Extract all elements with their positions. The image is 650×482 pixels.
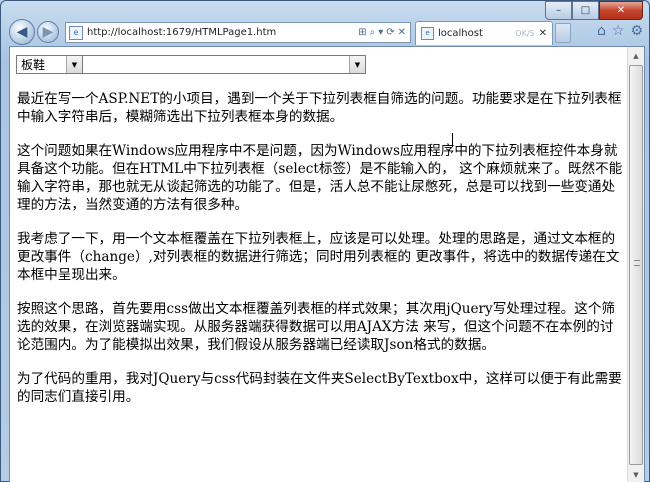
paragraph: 最近在写一个ASP.NET的小项目，遇到一个关于下拉列表框自筛选的问题。功能要求… [17, 91, 622, 125]
address-tools: ⊞ ⌕ ▾ ⟳ ✕ [358, 27, 410, 38]
paragraph: 这个问题如果在Windows应用程序中不是问题，因为Windows应用程序中的下… [17, 143, 623, 213]
navigation-bar: ◀ ▶ e http://localhost:1679/HTMLPage1.ht… [7, 17, 645, 47]
stop-icon[interactable]: ✕ [398, 27, 406, 38]
back-button[interactable]: ◀ [9, 19, 35, 45]
dropdown-icon[interactable]: ▾ [378, 27, 383, 38]
new-tab-button[interactable] [555, 23, 571, 43]
vertical-scrollbar[interactable]: ▲ ▼ [627, 47, 644, 482]
tab-status: OK/S [515, 29, 535, 38]
forward-button[interactable]: ▶ [37, 21, 59, 43]
paragraph: 按照这个思路，首先要用css做出文本框覆盖列表框的样式效果；其次用jQuery写… [17, 301, 616, 353]
filter-select-value[interactable]: 板鞋 [17, 56, 66, 73]
address-bar[interactable]: e http://localhost:1679/HTMLPage1.htm ⊞ … [65, 22, 411, 43]
toolbar-icons: ⌂ ☆ ⚙ [597, 23, 643, 39]
forward-arrow-icon: ▶ [42, 24, 54, 40]
chevron-down-icon[interactable]: ▼ [66, 56, 82, 73]
address-url[interactable]: http://localhost:1679/HTMLPage1.htm [87, 27, 358, 38]
page-content: 板鞋 ▼ ▼ 最近在写一个ASP.NET的小项目，遇到一个关于下拉列表框自筛选的… [10, 47, 628, 482]
paragraph: 我考虑了一下，用一个文本框覆盖在下拉列表框上，应该是可以处理。处理的思路是，通过… [17, 231, 620, 283]
paragraph: 为了代码的重用，我对JQuery与css代码封装在文件夹SelectByText… [17, 371, 622, 405]
compat-icon[interactable]: ⊞ [358, 27, 366, 38]
browser-window: – □ ✕ ◀ ▶ e http://localhost:1679/HTMLPa… [0, 0, 650, 482]
dropdown-list[interactable]: ▼ [82, 55, 366, 74]
home-icon[interactable]: ⌂ [597, 23, 606, 39]
tab-close-icon[interactable]: ✕ [539, 28, 547, 39]
back-arrow-icon: ◀ [16, 24, 28, 40]
tab-page-icon: e [421, 27, 434, 40]
dropdown-chevron-icon[interactable]: ▼ [349, 56, 365, 73]
article-body: 最近在写一个ASP.NET的小项目，遇到一个关于下拉列表框自筛选的问题。功能要求… [17, 90, 625, 422]
star-icon[interactable]: ☆ [612, 23, 625, 39]
grip-icon [634, 260, 640, 266]
scroll-thumb[interactable] [629, 65, 643, 465]
refresh-icon[interactable]: ⟳ [386, 27, 394, 38]
page-icon: e [69, 25, 83, 40]
scroll-down-button[interactable]: ▼ [628, 466, 644, 482]
scroll-up-button[interactable]: ▲ [628, 47, 644, 64]
filter-select[interactable]: 板鞋 ▼ [16, 55, 83, 74]
search-icon[interactable]: ⌕ [370, 27, 376, 38]
tab-title: localhost [438, 28, 483, 39]
page-viewport: 板鞋 ▼ ▼ 最近在写一个ASP.NET的小项目，遇到一个关于下拉列表框自筛选的… [9, 46, 645, 482]
gear-icon[interactable]: ⚙ [630, 23, 643, 39]
tab-localhost[interactable]: e localhost OK/S ✕ [415, 21, 553, 45]
